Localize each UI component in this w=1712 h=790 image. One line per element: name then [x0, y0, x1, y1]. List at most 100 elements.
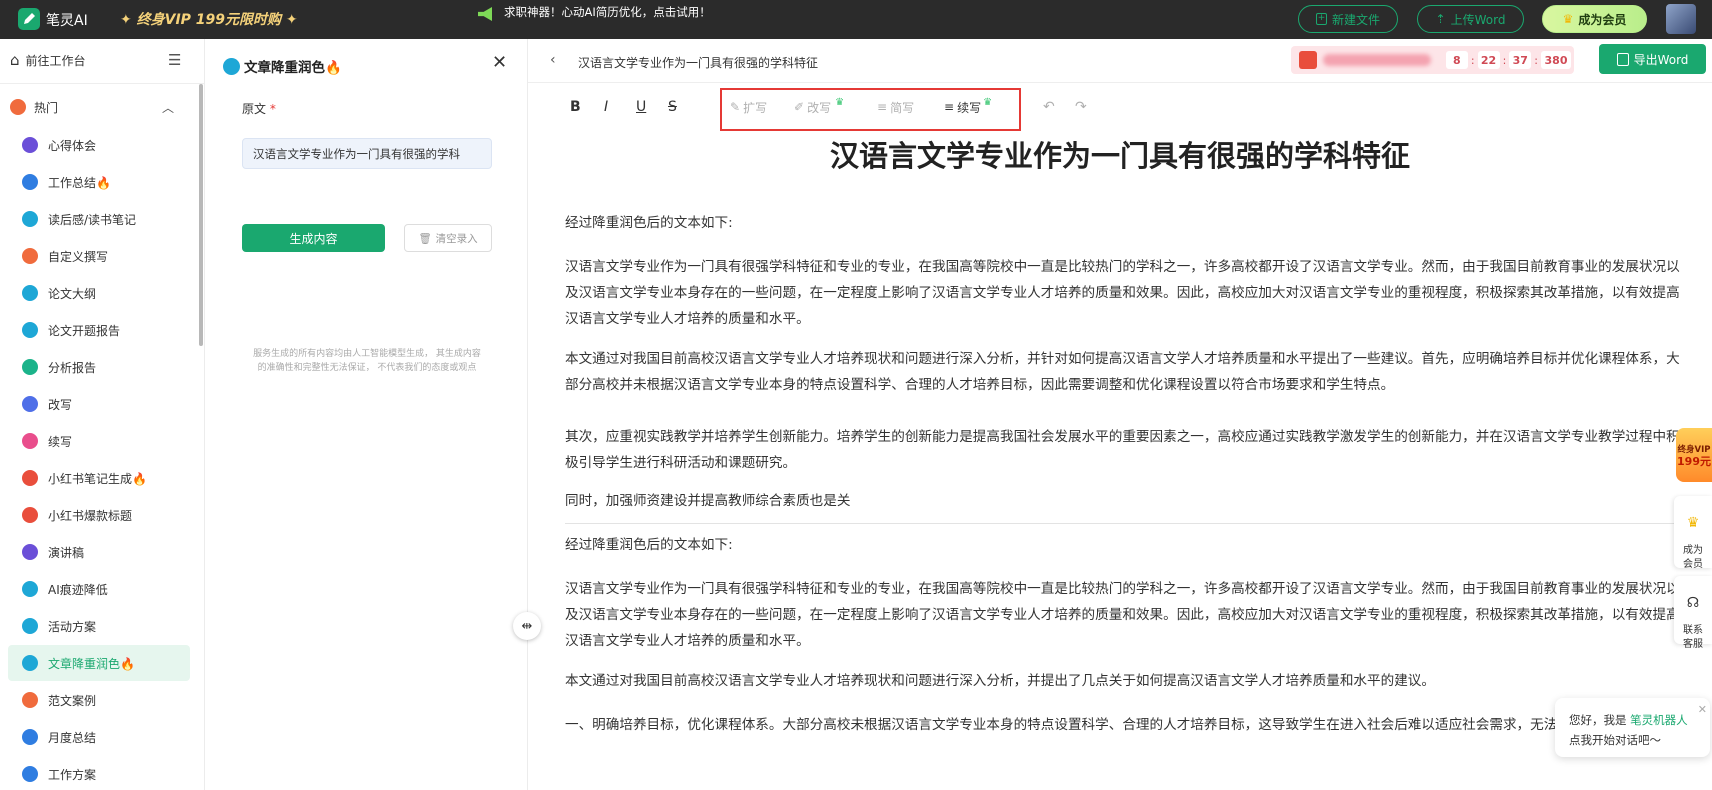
sidebar-item[interactable]: 工作总结🔥 [22, 168, 111, 196]
breadcrumb: 汉语言文学专业作为一门具有很强的学科特征 [578, 56, 819, 70]
float-member-button[interactable]: ♛ 成为 会员 [1674, 496, 1712, 570]
generate-label: 生成内容 [289, 231, 338, 246]
sidebar-item-label: 分析报告 [48, 360, 97, 375]
become-member-button[interactable]: ♛ 成为会员 [1542, 5, 1647, 33]
upload-word-label: 上传Word [1450, 12, 1506, 27]
chat-prompt: 点我开始对话吧～ [1569, 733, 1661, 747]
source-label: 原文 [242, 102, 267, 116]
continue-icon: ≡ [944, 100, 955, 114]
sidebar-item[interactable]: AI痕迹降低 [22, 575, 108, 603]
simplify-label: 简写 [890, 100, 915, 115]
continue-button[interactable]: ≡ 续写 ♛ [944, 87, 992, 127]
workspace-link[interactable]: ⌂ 前往工作台 [10, 51, 86, 69]
ai-icon [22, 581, 38, 597]
upload-word-button[interactable]: ⇡ 上传Word [1417, 5, 1524, 33]
sidebar-item[interactable]: 心得体会 [22, 131, 96, 159]
expand-label: 扩写 [743, 100, 768, 115]
sidebar-item[interactable]: 小红书爆款标题 [22, 501, 132, 529]
xiaohongshu-icon [22, 470, 38, 486]
clear-button[interactable]: 🗑 清空录入 [404, 224, 492, 252]
sidebar-item-label: 续写 [48, 434, 73, 449]
sidebar-item[interactable]: 分析报告 [22, 353, 96, 381]
sidebar-item[interactable]: 自定义撰写 [22, 242, 108, 270]
panel-header: 文章降重润色🔥 [223, 56, 342, 76]
sidebar-item[interactable]: 文章降重润色🔥 [22, 649, 135, 677]
gift-icon [1299, 51, 1317, 69]
document-paragraph: 经过降重润色后的文本如下: [565, 215, 733, 231]
vip-float-badge[interactable]: 终身VIP 199元 [1676, 428, 1712, 482]
sidebar-item[interactable]: 活动方案 [22, 612, 96, 640]
continue-icon [22, 433, 38, 449]
input-panel: 文章降重润色🔥 ✕ 原文 * 汉语言文学专业作为一门具有很强的学科 生成内容 🗑… [205, 39, 528, 790]
document-paragraph: 汉语言文学专业作为一门具有很强学科特征和专业的专业，在我国高等院校中一直是比较热… [565, 581, 1680, 649]
float-service-button[interactable]: ☊ 联系 客服 [1674, 576, 1712, 650]
megaphone-icon [478, 7, 492, 21]
sidebar-item[interactable]: 论文大纲 [22, 279, 96, 307]
underline-button[interactable]: U [636, 87, 646, 127]
scrollbar[interactable] [199, 84, 203, 346]
back-icon[interactable]: ‹ [550, 52, 556, 68]
undo-icon[interactable]: ↶ [1043, 87, 1055, 127]
hot-icon [22, 248, 38, 264]
new-file-label: 新建文件 [1331, 12, 1380, 27]
close-icon[interactable]: ✕ [1698, 700, 1707, 720]
float-service-label: 联系 客服 [1683, 625, 1703, 650]
sidebar-item[interactable]: 演讲稿 [22, 538, 84, 566]
rewrite-icon: ✐ [794, 100, 805, 114]
close-icon[interactable]: ✕ [492, 52, 507, 73]
document-paragraph: 本文通过对我国目前高校汉语言文学专业人才培养现状和问题进行深入分析，并针对如何提… [565, 351, 1680, 393]
chat-bubble[interactable]: 您好，我是 笔灵机器人 点我开始对话吧～ ✕ [1555, 698, 1710, 757]
strikethrough-button[interactable]: S [668, 87, 677, 127]
sidebar-item[interactable]: 工作方案 [22, 760, 96, 788]
blurred-promo-text [1322, 54, 1431, 66]
sidebar-item[interactable]: 月度总结 [22, 723, 96, 751]
sidebar-item[interactable]: 范文案例 [22, 686, 96, 714]
sidebar-item-label: 论文大纲 [48, 286, 97, 301]
doc-icon [22, 137, 38, 153]
generate-button[interactable]: 生成内容 [242, 224, 385, 252]
cloud-upload-icon: ⇡ [1435, 12, 1446, 26]
avatar[interactable] [1666, 4, 1696, 34]
redo-icon[interactable]: ↷ [1075, 87, 1087, 127]
sidebar-item-label: 小红书爆款标题 [48, 508, 133, 523]
sidebar-item-label: 小红书笔记生成🔥 [48, 471, 147, 486]
document-paragraph: 一、明确培养目标，优化课程体系。大部分高校未根据汉语言文学专业本身的特点设置科学… [565, 717, 1571, 733]
export-word-button[interactable]: 导出Word [1599, 44, 1706, 74]
sidebar-item-label: 活动方案 [48, 619, 97, 634]
sidebar-item-label: 文章降重润色🔥 [48, 656, 135, 671]
expand-button[interactable]: ✎ 扩写 [730, 87, 767, 127]
app-logo[interactable] [18, 8, 40, 30]
become-member-label: 成为会员 [1578, 12, 1627, 27]
sidebar-item-label: 心得体会 [48, 138, 97, 153]
rewrite-button[interactable]: ✐ 改写 ♛ [794, 87, 844, 127]
sidebar-item[interactable]: 小红书笔记生成🔥 [22, 464, 147, 492]
source-input[interactable]: 汉语言文学专业作为一门具有很强的学科 [242, 138, 492, 169]
sidebar-item[interactable]: 续写 [22, 427, 72, 455]
section-hot[interactable]: 热门 ︿ [10, 93, 188, 121]
crown-icon: ♛ [835, 96, 845, 108]
sidebar-item-label: 工作总结🔥 [48, 175, 111, 190]
vip-promo[interactable]: ✦ 终身VIP 199元限时购 ✦ [120, 9, 298, 29]
sidebar-item-label: AI痕迹降低 [48, 582, 108, 597]
sidebar-item-label: 论文开题报告 [48, 323, 121, 338]
sidebar-item[interactable]: 论文开题报告 [22, 316, 120, 344]
countdown-value: 22 [1477, 51, 1500, 69]
chat-bot-name: 笔灵机器人 [1630, 713, 1688, 727]
italic-button[interactable]: I [604, 87, 608, 127]
sidebar-item[interactable]: 改写 [22, 390, 72, 418]
new-file-button[interactable]: + 新建文件 [1298, 5, 1398, 33]
countdown-separator: : [1534, 53, 1538, 67]
resize-handle[interactable]: ⇹ [513, 612, 541, 640]
simplify-button[interactable]: ≡ 简写 [877, 87, 914, 127]
promo-countdown[interactable]: 8:22:37:380 [1291, 46, 1574, 74]
notice-text[interactable]: 求职神器！心动AI简历优化，点击试用！ [504, 4, 711, 20]
outline-icon [22, 285, 38, 301]
disclaimer-line-1: 服务生成的所有内容均由人工智能模型生成， 其生成内容 [253, 349, 481, 359]
bold-button[interactable]: B [570, 87, 581, 127]
sidebar-item-label: 演讲稿 [48, 545, 85, 560]
sidebar-item[interactable]: 读后感/读书笔记 [22, 205, 136, 233]
trash-icon: 🗑 [418, 232, 432, 245]
collapse-menu-icon[interactable]: ☰ [168, 51, 181, 69]
top-bar: 笔灵AI ✦ 终身VIP 199元限时购 ✦ 求职神器！心动AI简历优化，点击试… [0, 0, 1712, 39]
document-paragraph: 本文通过对我国目前高校汉语言文学专业人才培养现状和问题进行深入分析，并提出了几点… [565, 673, 1435, 689]
